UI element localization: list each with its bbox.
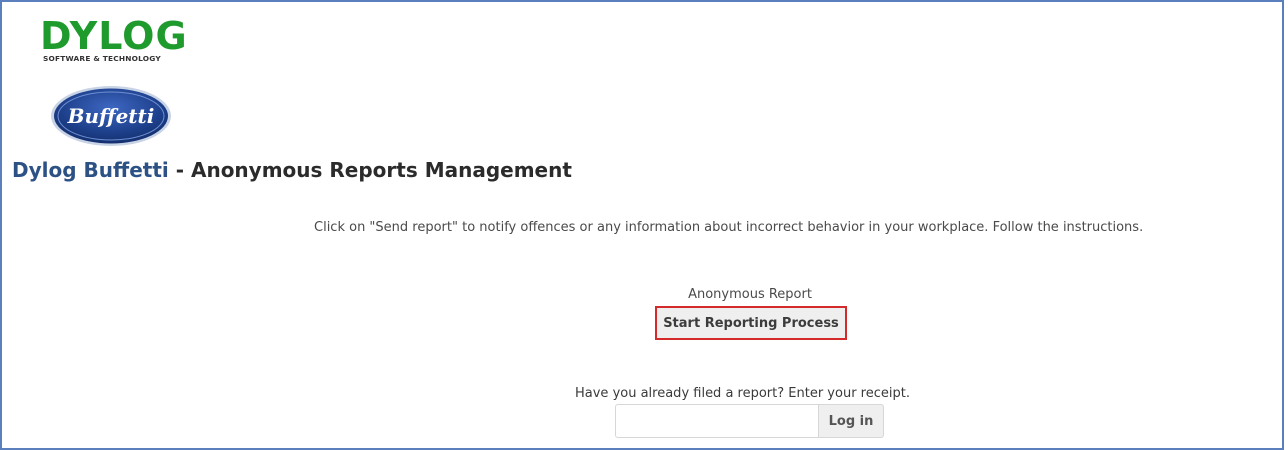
receipt-input[interactable] — [615, 404, 819, 438]
anonymous-report-label: Anonymous Report — [688, 287, 812, 302]
page-title-brand: Dylog Buffetti — [12, 158, 169, 182]
intro-text: Click on "Send report" to notify offence… — [314, 220, 1144, 235]
buffetti-logo-text: Buffetti — [67, 104, 155, 128]
page-title-suffix: - Anonymous Reports Management — [168, 158, 572, 182]
buffetti-logo: Buffetti — [50, 85, 172, 151]
dylog-logo-wordmark: DYLOG — [40, 14, 188, 58]
start-reporting-button[interactable]: Start Reporting Process — [655, 306, 847, 340]
receipt-prompt: Have you already filed a report? Enter y… — [575, 386, 910, 401]
dylog-logo-tagline: SOFTWARE & TECHNOLOGY — [43, 54, 161, 63]
page-title: Dylog Buffetti - Anonymous Reports Manag… — [12, 158, 572, 182]
dylog-logo: DYLOG SOFTWARE & TECHNOLOGY — [40, 16, 190, 65]
login-button[interactable]: Log in — [819, 404, 884, 438]
